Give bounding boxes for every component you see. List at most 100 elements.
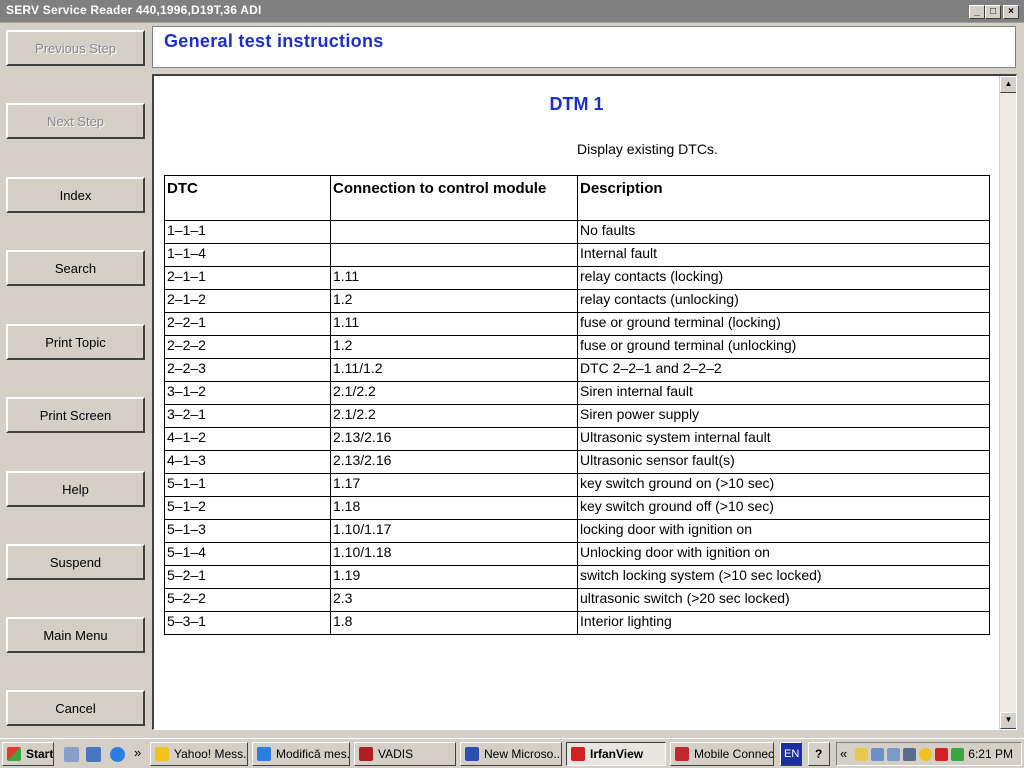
table-row: 3–2–1 2.1/2.2 Siren power supply — [164, 404, 990, 428]
description-cell: ultrasonic switch (>20 sec locked) — [577, 588, 990, 612]
connection-cell: 2.1/2.2 — [330, 381, 578, 405]
table-header-row: DTC Connection to control module Descrip… — [164, 175, 990, 221]
dtc-code-cell: 1–1–4 — [164, 243, 331, 267]
minimize-button[interactable]: _ — [969, 5, 985, 19]
connection-cell: 2.13/2.16 — [330, 427, 578, 451]
table-row: 3–1–2 2.1/2.2 Siren internal fault — [164, 381, 990, 405]
taskbar-button-label: Mobile Connect — [694, 747, 774, 761]
desktop-icon[interactable] — [64, 747, 79, 762]
start-button[interactable]: Start — [2, 742, 54, 766]
table-row: 4–1–2 2.13/2.16 Ultrasonic system internal… — [164, 427, 990, 451]
index-button[interactable]: Index — [6, 177, 145, 213]
smiley-tray-icon[interactable] — [919, 748, 932, 761]
internet-explorer-icon[interactable] — [110, 747, 125, 762]
taskbar-button[interactable]: Modifică mes... — [252, 742, 350, 766]
table-row: 1–1–4 Internal fault — [164, 243, 990, 267]
outlook-icon[interactable] — [86, 747, 101, 762]
network-tray-icon[interactable] — [871, 748, 884, 761]
yahoo-tray-icon[interactable] — [855, 748, 868, 761]
dtc-code-cell: 3–2–1 — [164, 404, 331, 428]
table-row: 5–1–3 1.10/1.17 locking door with ignition… — [164, 519, 990, 543]
description-cell: DTC 2–2–1 and 2–2–2 — [577, 358, 990, 382]
table-row: 2–2–3 1.11/1.2 DTC 2–2–1 and 2–2–2 — [164, 358, 990, 382]
main-menu-button[interactable]: Main Menu — [6, 617, 145, 653]
connection-cell: 1.19 — [330, 565, 578, 589]
taskbar-button[interactable]: Yahoo! Mess... — [150, 742, 248, 766]
help-button[interactable]: Help — [6, 471, 145, 507]
vadis-icon — [359, 747, 373, 761]
quicklaunch-chevron-icon[interactable]: » — [134, 745, 141, 760]
vertical-scrollbar[interactable]: ▲ ▼ — [999, 76, 1016, 729]
close-button[interactable]: × — [1003, 5, 1019, 19]
mobile-connect-tray-icon[interactable] — [935, 748, 948, 761]
previous-step-button[interactable]: Previous Step — [6, 30, 145, 66]
scroll-down-arrow-icon[interactable]: ▼ — [1000, 712, 1016, 729]
dtc-code-cell: 4–1–3 — [164, 450, 331, 474]
description-cell: key switch ground on (>10 sec) — [577, 473, 990, 497]
table-row: 2–2–2 1.2 fuse or ground terminal (unlocki… — [164, 335, 990, 359]
description-cell: fuse or ground terminal (unlocking) — [577, 335, 990, 359]
connection-cell: 1.11/1.2 — [330, 358, 578, 382]
taskbar-button[interactable]: New Microso... — [460, 742, 562, 766]
mobile-connect-icon — [675, 747, 689, 761]
irfanview-icon — [571, 747, 585, 761]
app-tray-icon[interactable] — [951, 748, 964, 761]
dtc-code-cell: 2–1–2 — [164, 289, 331, 313]
connection-cell: 1.2 — [330, 335, 578, 359]
tray-expand-chevron-icon[interactable]: « — [840, 746, 847, 761]
table-row: 5–2–2 2.3 ultrasonic switch (>20 sec locke… — [164, 588, 990, 612]
window-title-bar[interactable]: SERV Service Reader 440,1996,D19T,36 ADI… — [0, 0, 1024, 23]
table-row: 5–3–1 1.8 Interior lighting — [164, 611, 990, 635]
suspend-button[interactable]: Suspend — [6, 544, 145, 580]
taskbar-button[interactable]: Mobile Connect — [670, 742, 774, 766]
column-header-connection: Connection to control module — [330, 175, 578, 221]
dtc-code-cell: 2–1–1 — [164, 266, 331, 290]
search-button[interactable]: Search — [6, 250, 145, 286]
scroll-up-arrow-icon[interactable]: ▲ — [1000, 76, 1016, 93]
description-cell: locking door with ignition on — [577, 519, 990, 543]
cancel-button[interactable]: Cancel — [6, 690, 145, 726]
dtc-code-cell: 4–1–2 — [164, 427, 331, 451]
dtc-code-cell: 5–1–3 — [164, 519, 331, 543]
dtc-code-cell: 1–1–1 — [164, 220, 331, 244]
description-cell: Internal fault — [577, 243, 990, 267]
description-cell: Interior lighting — [577, 611, 990, 635]
maximize-button[interactable]: □ — [985, 5, 1001, 19]
dtc-code-cell: 5–2–1 — [164, 565, 331, 589]
table-row: 5–1–2 1.18 key switch ground off (>10 sec) — [164, 496, 990, 520]
network-tray-icon-2[interactable] — [887, 748, 900, 761]
table-row: 1–1–1 No faults — [164, 220, 990, 244]
language-indicator[interactable]: EN — [780, 742, 802, 766]
connection-cell: 1.17 — [330, 473, 578, 497]
taskbar-button[interactable]: VADIS — [354, 742, 456, 766]
yahoo-messenger-icon — [155, 747, 169, 761]
dtc-table: DTC Connection to control module Descrip… — [164, 175, 990, 635]
description-cell: key switch ground off (>10 sec) — [577, 496, 990, 520]
print-topic-button[interactable]: Print Topic — [6, 324, 145, 360]
description-cell: Siren internal fault — [577, 381, 990, 405]
start-label: Start — [26, 747, 54, 761]
header-panel: General test instructions — [152, 26, 1016, 68]
connection-cell: 2.1/2.2 — [330, 404, 578, 428]
description-cell: Ultrasonic system internal fault — [577, 427, 990, 451]
windows-logo-icon — [7, 747, 21, 761]
description-cell: fuse or ground terminal (locking) — [577, 312, 990, 336]
volume-tray-icon[interactable] — [903, 748, 916, 761]
connection-cell: 1.11 — [330, 266, 578, 290]
next-step-button[interactable]: Next Step — [6, 103, 145, 139]
dtc-code-cell: 5–1–4 — [164, 542, 331, 566]
navigation-panel: Previous Step Next Step Index Search Pri… — [0, 23, 150, 736]
taskbar-button-label: IrfanView — [590, 747, 644, 761]
connection-cell: 1.2 — [330, 289, 578, 313]
internet-explorer-icon — [257, 747, 271, 761]
help-question-icon[interactable]: ? — [808, 742, 830, 766]
taskbar-button[interactable]: IrfanView — [566, 742, 666, 766]
description-cell: Siren power supply — [577, 404, 990, 428]
table-row: 2–2–1 1.11 fuse or ground terminal (lockin… — [164, 312, 990, 336]
table-row: 5–1–1 1.17 key switch ground on (>10 sec) — [164, 473, 990, 497]
print-screen-button[interactable]: Print Screen — [6, 397, 145, 433]
dtc-code-cell: 5–2–2 — [164, 588, 331, 612]
table-row: 5–1–4 1.10/1.18 Unlocking door with igniti… — [164, 542, 990, 566]
document-viewer[interactable]: DTM 1 Display existing DTCs. DTC Connect… — [152, 74, 1017, 730]
connection-cell: 2.3 — [330, 588, 578, 612]
